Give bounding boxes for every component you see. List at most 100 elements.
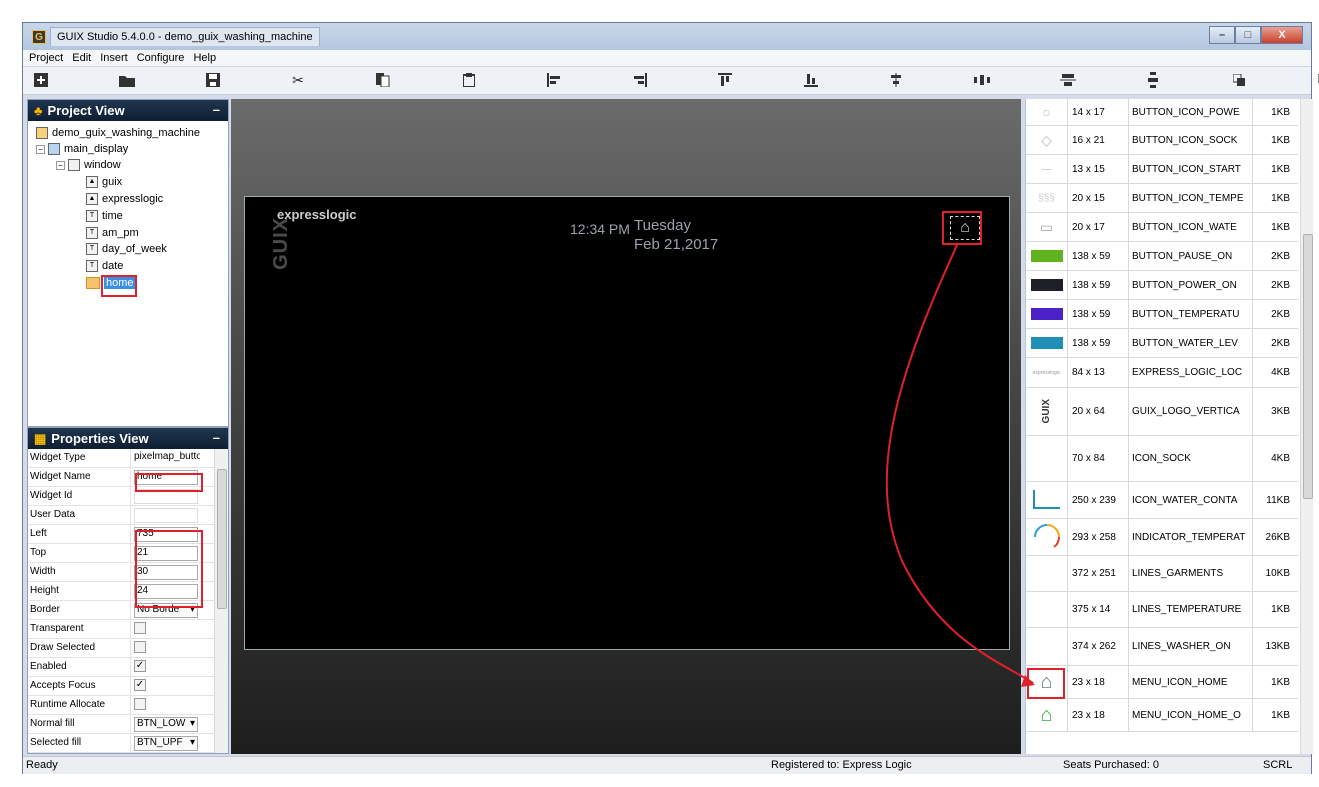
resource-row[interactable]: —13 x 15 BUTTON_ICON_START 1KB (1026, 155, 1298, 184)
resource-size: 2KB (1271, 308, 1290, 320)
resource-size: 10KB (1265, 568, 1290, 579)
resource-row[interactable]: expresslogic 84 x 13 EXPRESS_LOGIC_LOC 4KB (1026, 358, 1298, 388)
menu-help[interactable]: Help (193, 52, 216, 64)
tree-node-main-display[interactable]: − main_display (36, 141, 128, 157)
maximize-button[interactable]: □ (1235, 26, 1261, 44)
prop-key: Widget Name (28, 468, 131, 486)
button-widget-icon (86, 277, 100, 289)
tree-node-window[interactable]: − window (56, 157, 121, 173)
tree-node-time[interactable]: Ttime (86, 208, 123, 224)
resource-row[interactable]: 138 x 59 BUTTON_POWER_ON 2KB (1026, 271, 1298, 300)
resource-scrollbar[interactable] (1300, 99, 1313, 754)
resource-row[interactable]: 375 x 14 LINES_TEMPERATURE 1KB (1026, 592, 1298, 628)
resource-row[interactable]: GUIX 20 x 64 GUIX_LOGO_VERTICA 3KB (1026, 388, 1298, 436)
swatch (1030, 308, 1063, 320)
scroll-thumb[interactable] (217, 469, 227, 609)
resource-row[interactable]: ○ 14 x 17 BUTTON_ICON_POWE 1KB (1026, 99, 1298, 126)
save-icon[interactable] (205, 72, 221, 88)
align-right-icon[interactable] (632, 72, 648, 88)
resource-row[interactable]: 138 x 59 BUTTON_WATER_LEV 2KB (1026, 329, 1298, 358)
user-data-field[interactable] (134, 508, 198, 523)
date-prompt[interactable]: Feb 21,2017 (634, 236, 718, 253)
project-tree-icon: ♣ (34, 103, 43, 118)
resource-row[interactable]: ⌂ 23 x 18 MENU_ICON_HOME_O 1KB (1026, 699, 1298, 732)
minimize-button[interactable]: – (1209, 26, 1235, 44)
resource-row[interactable]: §§§ 20 x 15 BUTTON_ICON_TEMPE 1KB (1026, 184, 1298, 213)
menu-edit[interactable]: Edit (72, 52, 91, 64)
title-bar: G GUIX Studio 5.4.0.0 - demo_guix_washin… (23, 23, 1311, 50)
display-icon (48, 143, 60, 155)
power-swatch-icon (1026, 271, 1068, 299)
resource-size: 1KB (1271, 221, 1290, 233)
align-left-icon[interactable] (546, 72, 562, 88)
water-icon: ▭ (1026, 213, 1068, 241)
draw-selected-checkbox[interactable] (134, 641, 146, 653)
resource-row[interactable]: 374 x 262 LINES_WASHER_ON 13KB (1026, 628, 1298, 666)
runtime-allocate-checkbox[interactable] (134, 698, 146, 710)
tree-node-day-of-week[interactable]: Tday_of_week (86, 241, 167, 257)
tree-node-am-pm[interactable]: Tam_pm (86, 225, 139, 241)
resource-row[interactable]: ◇ 16 x 21 BUTTON_ICON_SOCK 1KB (1026, 126, 1298, 155)
resource-dim: 14 x 17 (1068, 99, 1129, 125)
align-top-icon[interactable] (717, 72, 733, 88)
resource-name: MENU_ICON_HOME_O (1129, 699, 1253, 731)
guix-logo[interactable]: GUIX (270, 217, 293, 270)
vcenter-icon[interactable] (888, 72, 904, 88)
prompt-widget-icon: T (86, 243, 98, 255)
menu-insert[interactable]: Insert (100, 52, 128, 64)
resource-row[interactable]: 372 x 251 LINES_GARMENTS 10KB (1026, 556, 1298, 592)
temperature-swatch-icon (1026, 300, 1068, 328)
tree-node-guix[interactable]: ▲ guix (86, 174, 122, 190)
copy-icon[interactable] (375, 72, 391, 88)
resource-size: 26KB (1265, 531, 1290, 543)
resource-row[interactable]: 138 x 59 BUTTON_PAUSE_ON 2KB (1026, 242, 1298, 271)
close-button[interactable]: X (1261, 26, 1303, 44)
tree-node-label: main_display (64, 143, 129, 155)
align-bottom-icon[interactable] (803, 72, 819, 88)
scroll-thumb[interactable] (1303, 234, 1313, 499)
resource-row[interactable]: 138 x 59 BUTTON_TEMPERATU 2KB (1026, 300, 1298, 329)
menu-configure[interactable]: Configure (137, 52, 185, 64)
tree-node-date[interactable]: Tdate (86, 258, 123, 274)
day-of-week-prompt[interactable]: Tuesday (634, 217, 691, 234)
menu-project[interactable]: Project (29, 52, 63, 64)
guix-thumb-label: GUIX (1041, 399, 1052, 424)
time-prompt[interactable]: 12:34 PM (570, 221, 630, 237)
resource-row[interactable]: 293 x 258 INDICATOR_TEMPERAT 26KB (1026, 519, 1298, 556)
cut-icon[interactable]: ✂ (290, 72, 306, 88)
resource-dim: 70 x 84 (1068, 436, 1129, 481)
resource-name: ICON_WATER_CONTA (1129, 482, 1253, 518)
normal-fill-select[interactable]: BTN_LOW (134, 717, 198, 732)
add-icon[interactable] (33, 72, 49, 88)
panel-minimize-button[interactable]: – (213, 430, 220, 445)
collapse-icon[interactable]: − (56, 160, 65, 170)
window-icon (68, 159, 80, 171)
tree-node-project[interactable]: demo_guix_washing_machine (36, 125, 200, 141)
selected-fill-select[interactable]: BTN_UPF (134, 736, 198, 751)
paste-icon[interactable] (461, 72, 477, 88)
resource-size: 1KB (1271, 106, 1290, 118)
prop-key: Left (28, 525, 131, 543)
main-display-preview[interactable]: expresslogic GUIX 12:34 PM Tuesday Feb 2… (244, 196, 1010, 650)
transparent-checkbox[interactable] (134, 622, 146, 634)
tree-node-expresslogic[interactable]: ▲ expresslogic (86, 191, 163, 207)
hdistribute-icon[interactable] (974, 72, 990, 88)
resource-name: MENU_ICON_HOME (1129, 666, 1253, 698)
properties-scrollbar[interactable] (214, 449, 228, 753)
resource-row[interactable]: 250 x 239 ICON_WATER_CONTA 11KB (1026, 482, 1298, 519)
resource-row[interactable]: ▭ 20 x 17 BUTTON_ICON_WATE 1KB (1026, 213, 1298, 242)
resource-row[interactable]: ⌂ 23 x 18 MENU_ICON_HOME 1KB (1026, 666, 1298, 699)
collapse-icon[interactable]: − (36, 144, 45, 154)
resource-name: BUTTON_ICON_TEMPE (1129, 184, 1253, 212)
size-equal-icon[interactable] (1231, 72, 1247, 88)
design-canvas[interactable]: expresslogic GUIX 12:34 PM Tuesday Feb 2… (231, 99, 1021, 754)
properties-view-header: ▦ Properties View – (28, 428, 228, 449)
panel-minimize-button[interactable]: – (213, 102, 220, 117)
accepts-focus-checkbox[interactable]: ✓ (134, 679, 146, 691)
vdistribute-icon[interactable] (1145, 72, 1161, 88)
status-seats: Seats Purchased: 0 (1063, 759, 1160, 771)
open-folder-icon[interactable] (119, 72, 135, 88)
hcenter-icon[interactable] (1060, 72, 1076, 88)
resource-row[interactable]: 70 x 84 ICON_SOCK 4KB (1026, 436, 1298, 482)
enabled-checkbox[interactable]: ✓ (134, 660, 146, 672)
